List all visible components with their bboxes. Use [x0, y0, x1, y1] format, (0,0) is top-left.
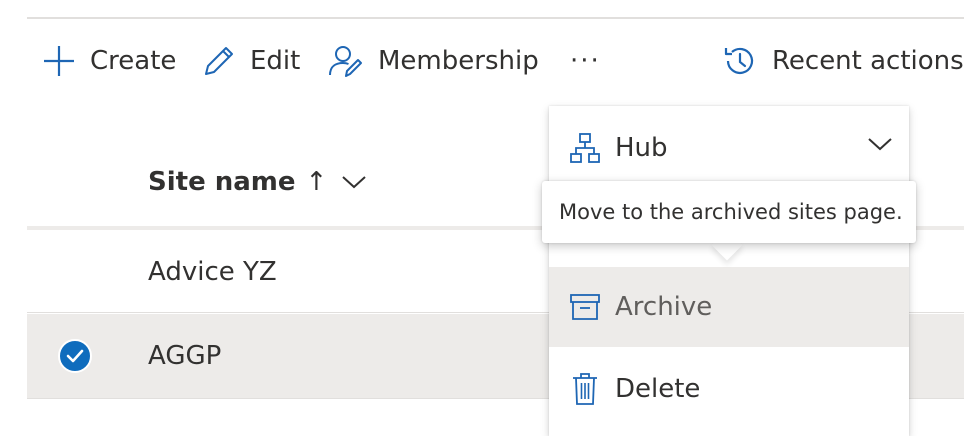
sort-ascending-icon: ↑: [305, 167, 328, 197]
recent-actions-label: Recent actions: [772, 46, 964, 76]
recent-actions-button[interactable]: Recent actions: [722, 34, 964, 88]
site-name-cell[interactable]: AGGP: [148, 314, 221, 398]
pencil-icon: [205, 47, 233, 75]
membership-label: Membership: [378, 46, 539, 76]
column-site-name-label: Site name: [148, 167, 296, 197]
edit-label: Edit: [250, 46, 301, 76]
column-header-site-name[interactable]: Site name ↑: [148, 150, 367, 214]
menu-item-archive-label: Archive: [615, 292, 713, 322]
trash-icon: [565, 372, 605, 406]
checkmark-icon: [66, 349, 84, 363]
menu-item-archive[interactable]: Archive: [549, 267, 909, 347]
create-label: Create: [90, 46, 177, 76]
more-actions-menu: Hub Archive Delete: [549, 106, 909, 436]
archive-tooltip: Move to the archived sites page.: [542, 181, 916, 243]
edit-button[interactable]: Edit: [202, 34, 300, 88]
row-checkbox-checked[interactable]: [58, 339, 92, 373]
history-icon: [724, 47, 754, 74]
person-edit-icon: [329, 46, 362, 77]
more-icon: ···: [570, 46, 601, 76]
menu-item-delete-label: Delete: [615, 374, 701, 404]
membership-button[interactable]: Membership: [328, 34, 539, 88]
chevron-down-icon: [868, 138, 892, 151]
create-button[interactable]: Create: [42, 34, 176, 88]
menu-item-hub[interactable]: Hub: [549, 106, 909, 190]
plus-icon: [44, 46, 74, 76]
command-bar: Create Edit Membership ··· Recent action…: [0, 34, 964, 88]
site-name-cell[interactable]: Advice YZ: [148, 230, 277, 314]
archive-icon: [565, 292, 605, 322]
menu-item-hub-label: Hub: [615, 133, 668, 163]
top-divider: [27, 17, 964, 19]
more-actions-button[interactable]: ···: [570, 34, 601, 88]
tooltip-text: Move to the archived sites page.: [559, 200, 903, 224]
hub-icon: [565, 132, 605, 164]
menu-item-delete[interactable]: Delete: [549, 349, 909, 429]
chevron-down-icon: [342, 176, 367, 189]
